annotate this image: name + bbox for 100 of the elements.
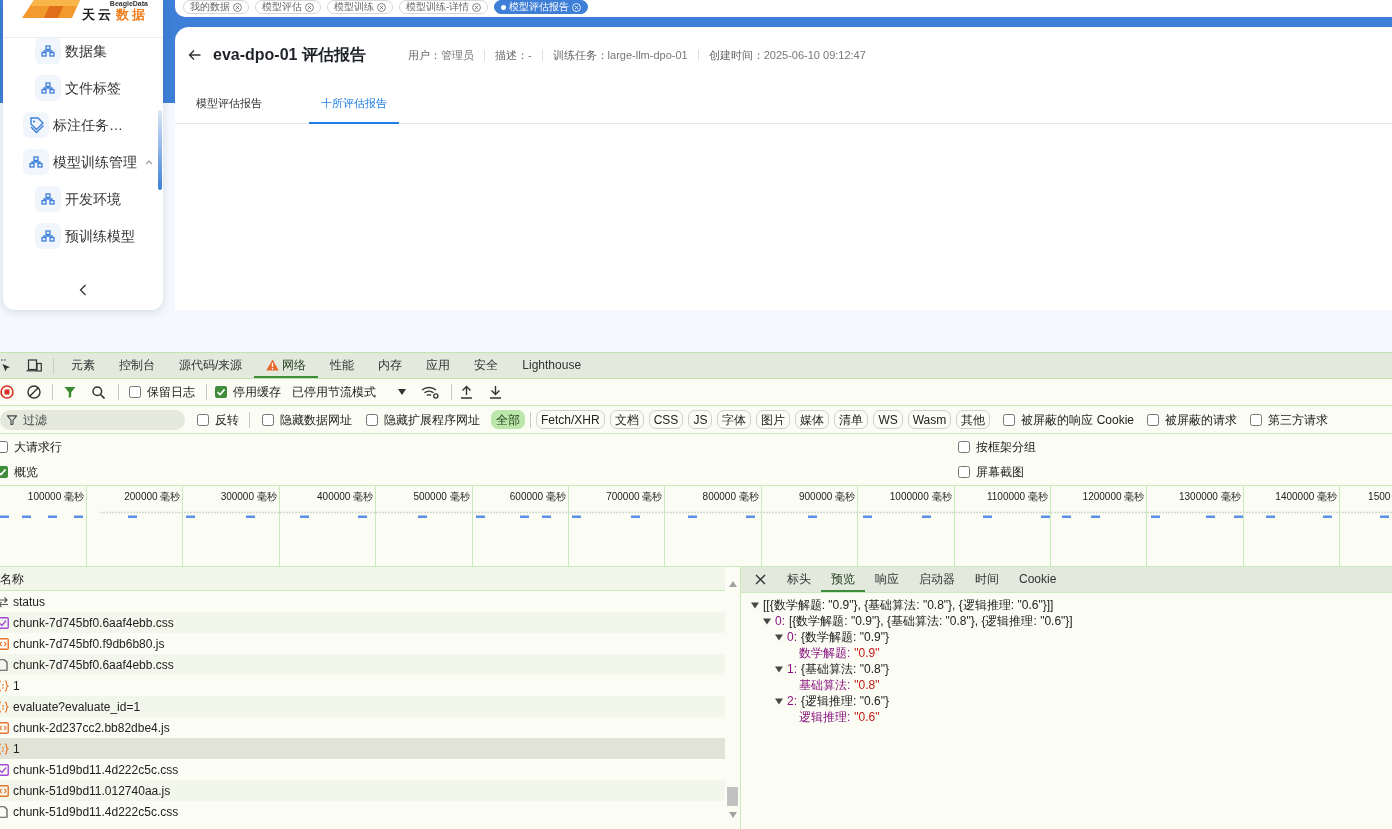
sidebar-item[interactable]: 预训练模型 [35, 223, 135, 249]
details-tab[interactable]: 响应 [865, 567, 909, 592]
type-filter-chip[interactable]: 文档 [609, 410, 644, 429]
triangle-down-icon[interactable] [775, 633, 783, 641]
type-filter-chip[interactable]: JS [688, 410, 713, 429]
time-tick-label: 400000 毫秒 [317, 491, 374, 503]
scrollbar-thumb[interactable] [727, 787, 738, 806]
document-icon [0, 805, 9, 818]
arrow-left-icon[interactable] [188, 49, 201, 61]
page-tab[interactable]: 模型评估 [255, 0, 321, 14]
checkbox[interactable] [197, 413, 209, 426]
checkbox[interactable] [215, 386, 227, 398]
sidebar-item[interactable]: 模型训练管理 [23, 149, 153, 175]
details-tab[interactable]: 时间 [965, 567, 1009, 592]
details-tab[interactable]: 标头 [777, 567, 821, 592]
chevron-left-icon[interactable] [79, 284, 87, 296]
checkbox[interactable] [1250, 413, 1262, 426]
details-tab[interactable]: 启动器 [909, 567, 965, 592]
sidebar-item[interactable]: 文件标签 [35, 75, 121, 101]
triangle-down-icon[interactable] [763, 617, 771, 625]
device-icon[interactable] [26, 359, 42, 372]
wifi-settings-icon[interactable] [421, 385, 439, 399]
request-row[interactable]: 1 [0, 738, 725, 759]
triangle-down-icon[interactable] [775, 665, 783, 673]
type-filter-chip[interactable]: Wasm [907, 410, 952, 429]
inspect-icon[interactable] [0, 358, 12, 373]
sitemap-icon [35, 223, 61, 249]
checkbox[interactable] [366, 413, 378, 426]
page-tab[interactable]: 我的数据 [183, 0, 249, 14]
request-name: chunk-51d9bd11.4d222c5c.css [13, 803, 179, 821]
checkbox[interactable] [262, 413, 274, 426]
type-filter-chip[interactable]: 其他 [956, 410, 991, 429]
page-tab[interactable]: 模型训练-详情 [399, 0, 489, 14]
panel-tab[interactable]: 性能 [318, 353, 367, 378]
triangle-down-icon[interactable] [751, 601, 759, 609]
scroll-up-icon[interactable] [728, 581, 737, 587]
panel-tab[interactable]: 源代码/来源 [167, 353, 255, 378]
panel-tab[interactable]: 网络 [254, 353, 319, 378]
scrollbar-thumb[interactable] [158, 110, 162, 190]
checkbox[interactable] [1147, 413, 1159, 426]
panel-tab[interactable]: 安全 [462, 353, 511, 378]
request-name: chunk-7d745bf0.6aaf4ebb.css [13, 614, 174, 632]
details-tab[interactable]: Cookie [1009, 567, 1067, 592]
checkbox-label: 隐藏扩展程序网址 [384, 411, 480, 429]
sidebar-item[interactable]: 数据集 [35, 38, 107, 64]
sidebar-item[interactable]: 标注任务… [23, 112, 123, 138]
checkbox-label: 屏幕截图 [976, 464, 1024, 482]
request-row[interactable]: chunk-51d9bd11.012740aa.js [0, 780, 725, 801]
panel-tab[interactable]: Lighthouse [510, 353, 594, 378]
meta-label: 用户： [407, 47, 441, 63]
type-filter-chip[interactable]: 清单 [834, 410, 869, 429]
close-icon[interactable] [755, 574, 766, 585]
search-icon[interactable] [92, 385, 105, 399]
chevron-up-icon[interactable] [145, 159, 153, 165]
checkbox[interactable] [958, 466, 970, 479]
panel-tab[interactable]: 控制台 [107, 353, 167, 378]
type-filter-chip[interactable]: CSS [648, 410, 684, 429]
filter-field[interactable]: 过滤 [0, 409, 185, 430]
type-filter-chip[interactable]: 字体 [717, 410, 752, 429]
page-tab[interactable]: 模型评估报告 [494, 0, 589, 14]
time-tick-label: 900000 毫秒 [798, 491, 856, 503]
type-filter-chip[interactable]: 全部 [491, 410, 525, 429]
checkbox-label: 隐藏数据网址 [280, 411, 352, 429]
time-tick-label: 1300000 毫秒 [1178, 491, 1241, 503]
report-tab[interactable]: 十所评估报告 [309, 85, 399, 124]
checkbox[interactable] [958, 440, 970, 453]
property-key: 数学解题: [799, 644, 851, 662]
request-name: 1 [13, 677, 20, 695]
sidebar-item[interactable]: 开发环境 [35, 186, 121, 212]
panel-tab[interactable]: 内存 [366, 353, 415, 378]
type-filter-chip[interactable]: 图片 [756, 410, 791, 429]
checkbox[interactable] [0, 440, 8, 453]
checkbox-label: 被屏蔽的请求 [1165, 411, 1237, 429]
download-icon[interactable] [489, 385, 502, 399]
type-filter-chip[interactable]: WS [873, 410, 903, 429]
panel-tab[interactable]: 应用 [414, 353, 463, 378]
sitemap-icon [23, 149, 49, 175]
panel-tab[interactable]: 元素 [59, 353, 107, 378]
checkbox[interactable] [1003, 413, 1016, 426]
meta-value: 2025-06-10 09:12:47 [763, 47, 866, 63]
checkbox[interactable] [129, 386, 141, 398]
throttling-dropdown[interactable]: 已停用节流模式 [292, 383, 406, 401]
record-icon[interactable] [0, 385, 14, 399]
request-row[interactable]: chunk-7d745bf0.6aaf4ebb.css [0, 612, 725, 633]
page-tab[interactable]: 模型训练 [327, 0, 393, 14]
type-filter-chip[interactable]: Fetch/XHR [536, 410, 605, 429]
object-preview: {基础算法: "0.8"} [801, 661, 889, 678]
scroll-down-icon[interactable] [728, 812, 737, 818]
triangle-down-icon[interactable] [775, 697, 783, 705]
property-key: 0: [775, 612, 785, 630]
filter-icon[interactable] [64, 386, 76, 398]
type-filter-chip[interactable]: 媒体 [795, 410, 830, 429]
upload-icon[interactable] [460, 385, 473, 399]
clear-icon[interactable] [27, 385, 41, 399]
details-tab[interactable]: 预览 [821, 567, 865, 592]
request-row[interactable]: evaluate?evaluate_id=1 [0, 696, 725, 717]
report-tab[interactable]: 模型评估报告 [184, 85, 274, 124]
property-value: "0.6" [854, 709, 880, 726]
request-row[interactable]: chunk-7d745bf0.6aaf4ebb.css [0, 654, 725, 675]
checkbox[interactable] [0, 466, 8, 479]
